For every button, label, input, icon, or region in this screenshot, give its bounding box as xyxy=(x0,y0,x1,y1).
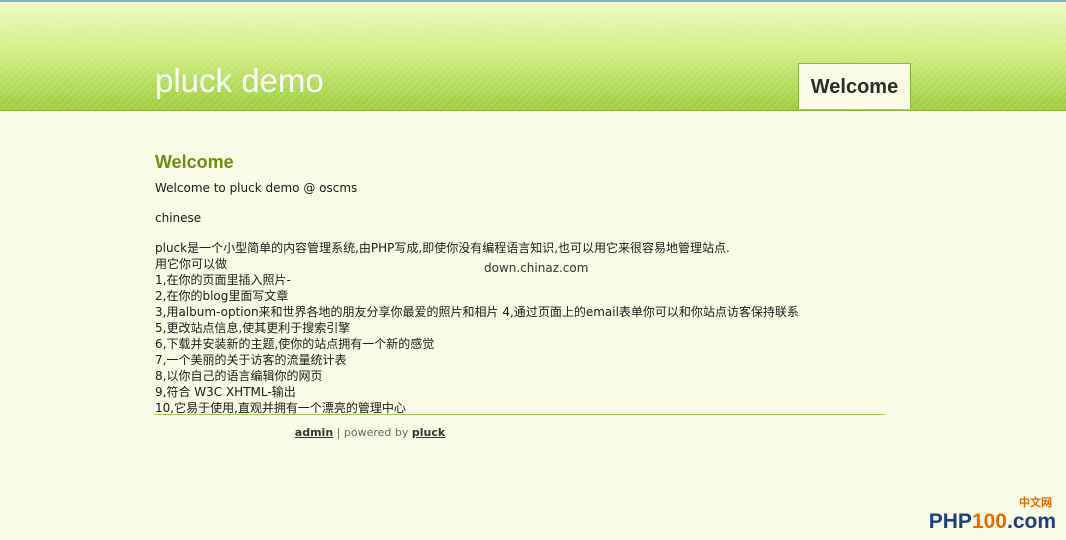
feature-item: 3,用album-option来和世界各地的朋友分享你最爱的照片和相片 4,通过… xyxy=(155,305,799,319)
footer-powered-by: | powered by xyxy=(333,426,412,439)
feature-item: 5,更改站点信息,使其更利于搜索引擎 xyxy=(155,321,351,335)
logo-brand-prefix: PHP xyxy=(928,510,972,533)
feature-item: 2,在你的blog里面写文章 xyxy=(155,289,289,303)
description-line: pluck是一个小型简单的内容管理系统,由PHP写成,即使你没有编程语言知识,也… xyxy=(155,241,730,255)
content-divider xyxy=(155,414,885,415)
logo-zh-text: 中文网 xyxy=(1019,496,1052,509)
tab-welcome[interactable]: Welcome xyxy=(798,63,911,109)
page-footer: admin | powered by pluck xyxy=(0,426,740,439)
feature-item: 8,以你自己的语言编辑你的网页 xyxy=(155,369,323,383)
logo-brand: PHP100.com xyxy=(929,510,1056,534)
logo-brand-number: 100 xyxy=(971,510,1007,533)
watermark-text: down.chinaz.com xyxy=(484,261,589,275)
admin-link[interactable]: admin xyxy=(295,426,333,439)
pluck-link[interactable]: pluck xyxy=(412,426,445,439)
page-title: Welcome xyxy=(155,152,234,172)
site-title[interactable]: pluck demo xyxy=(155,62,324,100)
language-label: chinese xyxy=(155,211,202,225)
feature-item: 7,一个美丽的关于访客的流量统计表 xyxy=(155,353,347,367)
intro-text: Welcome to pluck demo @ oscms xyxy=(155,181,358,195)
main-content: Welcome Welcome to pluck demo @ oscms ch… xyxy=(155,150,885,416)
page: pluck demo Welcome Welcome Welcome to pl… xyxy=(0,0,1066,540)
logo-brand-suffix: .com xyxy=(1006,510,1056,533)
feature-item: 6,下载并安装新的主题,使你的站点拥有一个新的感觉 xyxy=(155,337,435,351)
php100-logo: 中文网 PHP100.com xyxy=(926,494,1056,534)
feature-item: 9,符合 W3C XHTML-输出 xyxy=(155,385,296,399)
